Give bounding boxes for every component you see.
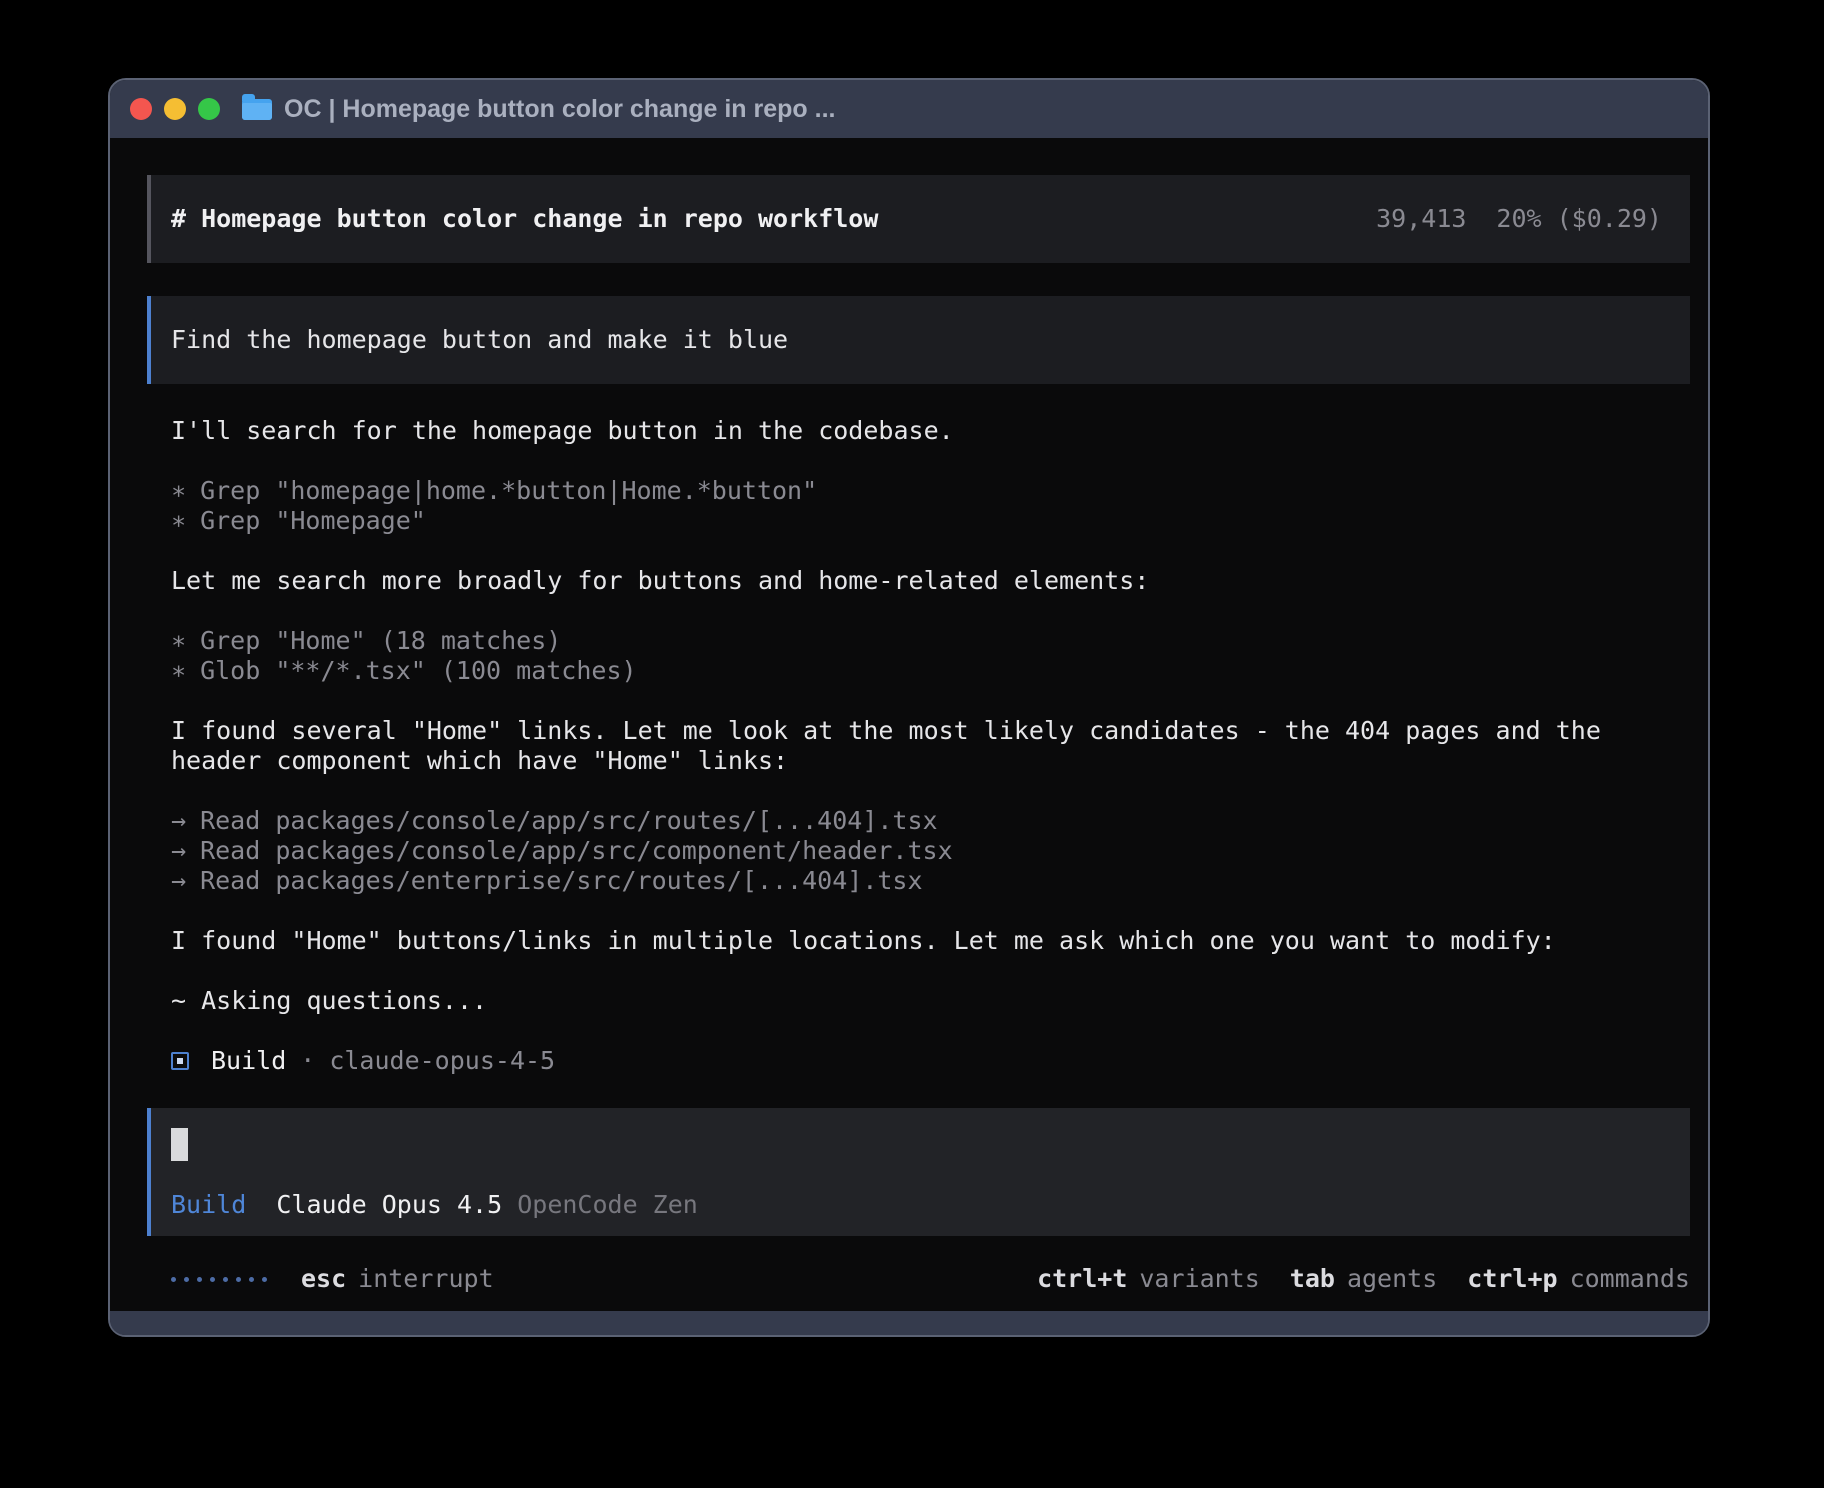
esc-key-label: interrupt xyxy=(358,1264,493,1294)
input-status-row: Build Claude Opus 4.5 OpenCode Zen xyxy=(171,1190,1690,1220)
hint-variants: ctrl+tvariants xyxy=(1037,1264,1260,1294)
tool-call-label: Glob "**/*.tsx" (100 matches) xyxy=(200,656,637,685)
read-tool-line: → Read packages/console/app/src/component… xyxy=(147,836,1690,866)
tool-call-label: Grep "Home" (18 matches) xyxy=(200,626,561,655)
input-agent[interactable]: Build xyxy=(171,1190,246,1219)
message-footer: Build · claude-opus-4-5 xyxy=(147,1046,1690,1076)
hint-commands: ctrl+pcommands xyxy=(1467,1264,1690,1294)
prompt-input[interactable]: Build Claude Opus 4.5 OpenCode Zen xyxy=(147,1108,1690,1236)
tool-call-line: ∗ Grep "homepage|home.*button|Home.*butto… xyxy=(147,476,1690,506)
window-titlebar: OC | Homepage button color change in rep… xyxy=(110,80,1708,138)
tool-call-label: Grep "homepage|home.*button|Home.*button… xyxy=(200,476,817,505)
context-cost: 20% ($0.29) xyxy=(1496,204,1662,233)
hint-agents: tabagents xyxy=(1290,1264,1437,1294)
text-cursor xyxy=(171,1128,188,1161)
input-model[interactable]: Claude Opus 4.5 xyxy=(276,1190,502,1219)
input-provider: OpenCode Zen xyxy=(517,1190,698,1219)
window-title: OC | Homepage button color change in rep… xyxy=(284,95,835,124)
asterisk-icon: ∗ xyxy=(171,626,186,656)
zoom-button[interactable] xyxy=(198,98,220,120)
read-tool-line: → Read packages/enterprise/src/routes/[..… xyxy=(147,866,1690,896)
assistant-text: I found several "Home" links. Let me loo… xyxy=(147,716,1690,776)
agent-badge-icon xyxy=(171,1052,189,1070)
assistant-text: Let me search more broadly for buttons a… xyxy=(147,566,1690,596)
model-name: claude-opus-4-5 xyxy=(329,1046,555,1076)
close-button[interactable] xyxy=(130,98,152,120)
tool-call-line: ∗ Glob "**/*.tsx" (100 matches) xyxy=(147,656,1690,686)
esc-key-hint: esc xyxy=(301,1264,346,1294)
tool-call-line: ∗ Grep "Homepage" xyxy=(147,506,1690,536)
read-file-label: Read packages/enterprise/src/routes/[...… xyxy=(200,866,922,895)
arrow-right-icon: → xyxy=(171,836,186,866)
tool-call-label: Grep "Homepage" xyxy=(200,506,426,535)
traffic-lights xyxy=(130,98,220,120)
read-tool-line: → Read packages/console/app/src/routes/[.… xyxy=(147,806,1690,836)
user-message-text: Find the homepage button and make it blu… xyxy=(171,325,788,354)
terminal-window: OC | Homepage button color change in rep… xyxy=(108,78,1710,1337)
tool-call-line: ∗ Grep "Home" (18 matches) xyxy=(147,626,1690,656)
session-header: # Homepage button color change in repo w… xyxy=(147,175,1690,263)
session-title: # Homepage button color change in repo w… xyxy=(171,204,878,234)
terminal-content: # Homepage button color change in repo w… xyxy=(110,138,1708,1311)
minimize-button[interactable] xyxy=(164,98,186,120)
dot-separator: · xyxy=(300,1046,315,1076)
asterisk-icon: ∗ xyxy=(171,656,186,686)
read-file-label: Read packages/console/app/src/component/… xyxy=(200,836,953,865)
status-bar: esc interrupt ctrl+tvariants tabagents c… xyxy=(147,1264,1690,1294)
agent-name: Build xyxy=(211,1046,286,1076)
arrow-right-icon: → xyxy=(171,866,186,896)
asterisk-icon: ∗ xyxy=(171,476,186,506)
assistant-text: I found "Home" buttons/links in multiple… xyxy=(147,926,1690,956)
folder-icon xyxy=(242,99,272,120)
read-file-label: Read packages/console/app/src/routes/[..… xyxy=(200,806,938,835)
assistant-text: I'll search for the homepage button in t… xyxy=(147,416,1690,446)
user-message: Find the homepage button and make it blu… xyxy=(147,296,1690,384)
spinner-dots-icon xyxy=(171,1277,267,1282)
session-stats: 39,413 20% ($0.29) xyxy=(1376,204,1662,234)
window-bottom-edge xyxy=(110,1311,1708,1335)
working-status: ~ Asking questions... xyxy=(147,986,1690,1016)
arrow-right-icon: → xyxy=(171,806,186,836)
token-count: 39,413 xyxy=(1376,204,1466,233)
asterisk-icon: ∗ xyxy=(171,506,186,536)
